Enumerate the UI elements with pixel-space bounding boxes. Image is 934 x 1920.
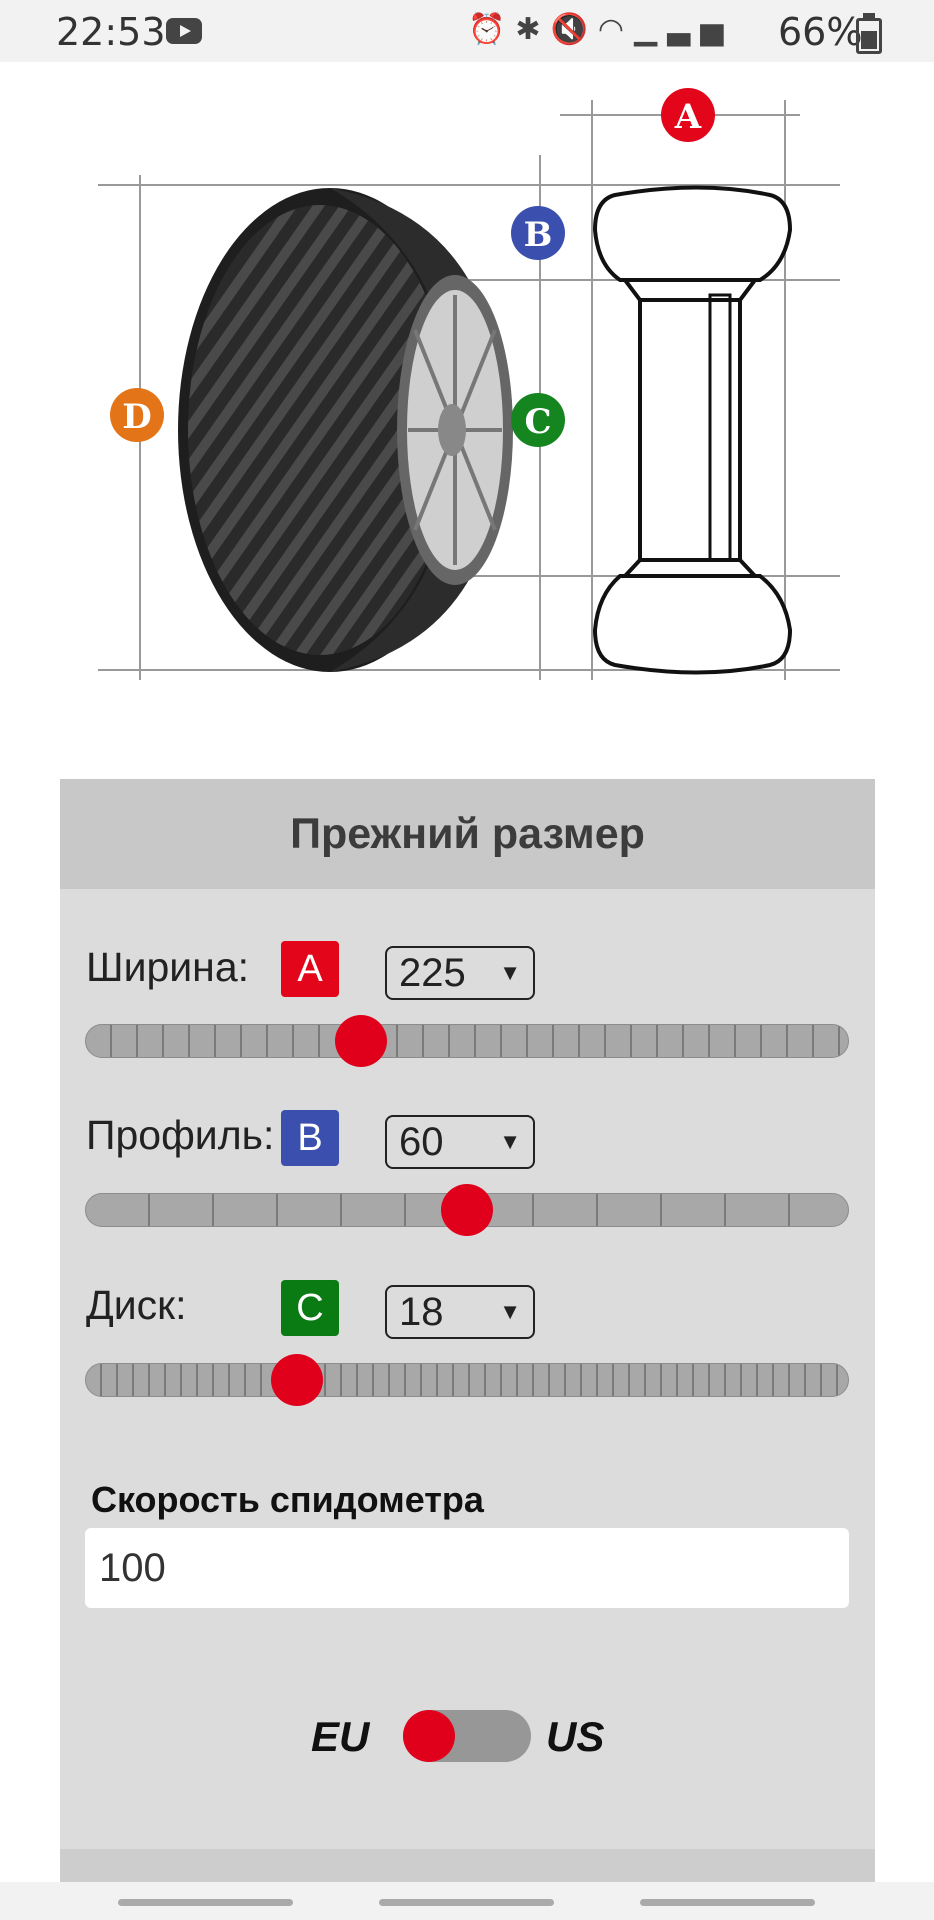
panel-title: Прежний размер xyxy=(60,779,875,889)
tire-image xyxy=(178,188,513,672)
label-c: C xyxy=(511,393,565,447)
alarm-icon: ⏰ xyxy=(468,12,516,47)
youtube-icon xyxy=(166,18,202,44)
speed-input[interactable] xyxy=(85,1528,849,1608)
svg-text:B: B xyxy=(524,215,553,255)
nav-recent-button[interactable] xyxy=(118,1899,293,1906)
signal-icon: ▁▃▅ xyxy=(634,12,734,47)
svg-text:D: D xyxy=(122,397,151,437)
status-bar: 22:53 ⏰✱🔇◠▁▃▅ 66% xyxy=(0,0,934,62)
profile-select[interactable]: 60 ▼ xyxy=(385,1115,535,1169)
eu-us-toggle[interactable] xyxy=(403,1710,531,1762)
disk-label: Диск: xyxy=(86,1282,187,1328)
width-badge: A xyxy=(281,941,339,997)
disk-select[interactable]: 18 ▼ xyxy=(385,1285,535,1339)
label-a: A xyxy=(661,88,715,142)
dropdown-arrow-icon: ▼ xyxy=(499,960,521,985)
profile-select-value: 60 xyxy=(399,1120,444,1164)
bluetooth-icon: ✱ xyxy=(515,12,551,47)
tire-diagram: A B C D xyxy=(98,88,840,680)
size-panel: Прежний размер Ширина: A 225 ▼ Профиль: … xyxy=(60,779,875,1920)
profile-slider[interactable] xyxy=(85,1184,849,1236)
mute-icon: 🔇 xyxy=(550,12,598,47)
svg-text:C: C xyxy=(524,402,551,442)
width-slider[interactable] xyxy=(85,1015,849,1067)
status-time: 22:53 xyxy=(56,10,166,54)
svg-text:A: A xyxy=(674,97,702,137)
unit-toggle-row: EU US xyxy=(60,1709,875,1769)
nav-back-button[interactable] xyxy=(640,1899,815,1906)
dropdown-arrow-icon: ▼ xyxy=(499,1299,521,1324)
disk-slider-thumb[interactable] xyxy=(270,1354,323,1406)
speed-label: Скорость спидометра xyxy=(91,1479,484,1520)
profile-slider-thumb[interactable] xyxy=(441,1184,493,1236)
disk-slider[interactable] xyxy=(85,1354,849,1406)
toggle-knob[interactable] xyxy=(403,1710,455,1762)
profile-badge: B xyxy=(281,1110,339,1166)
profile-label: Профиль: xyxy=(86,1112,275,1158)
battery-percent: 66% xyxy=(778,10,863,54)
tire-cross-section xyxy=(592,185,793,675)
wifi-icon: ◠ xyxy=(597,12,635,47)
width-select-value: 225 xyxy=(399,951,466,995)
label-d: D xyxy=(110,388,164,442)
status-icons: ⏰✱🔇◠▁▃▅ xyxy=(468,12,733,47)
nav-home-button[interactable] xyxy=(379,1899,554,1906)
label-b: B xyxy=(511,206,565,260)
battery-icon xyxy=(856,13,882,54)
width-label: Ширина: xyxy=(86,944,250,990)
disk-select-value: 18 xyxy=(399,1290,444,1334)
toggle-label-eu: EU xyxy=(311,1713,370,1760)
width-select[interactable]: 225 ▼ xyxy=(385,946,535,1000)
width-slider-thumb[interactable] xyxy=(334,1015,387,1067)
disk-badge: C xyxy=(281,1280,339,1336)
toggle-label-us: US xyxy=(546,1713,605,1760)
navigation-bar xyxy=(0,1882,934,1920)
dropdown-arrow-icon: ▼ xyxy=(499,1129,521,1154)
